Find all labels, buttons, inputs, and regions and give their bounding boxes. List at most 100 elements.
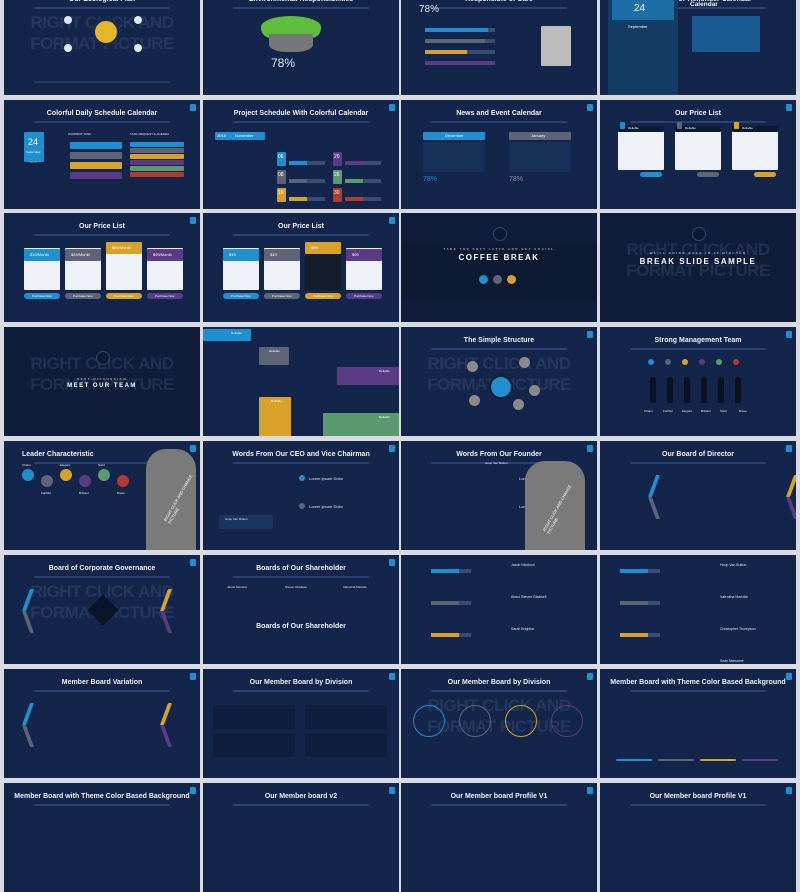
slide-thumbnail[interactable]: Jacob Nicolson About Steven Gladwell Sarah… <box>401 555 597 664</box>
task-item <box>70 172 122 179</box>
subtitle-line <box>34 121 170 123</box>
slide-thumbnail[interactable]: Responsible of Care78% <box>401 0 597 95</box>
person-name: Hoop Van Button <box>225 517 248 521</box>
badge-icon <box>493 227 507 241</box>
progress-fill <box>425 50 467 54</box>
slide-thumbnail[interactable]: News and Event Calendar December 78% Januar… <box>401 100 597 209</box>
slide-title: Environmental Responsibilities <box>203 0 399 3</box>
purchase-button[interactable] <box>754 172 776 177</box>
trait-name: Faithful <box>663 409 673 413</box>
slide-thumbnail[interactable]: Member Board with Theme Color Based Back… <box>4 783 200 892</box>
subtitle-line <box>233 121 369 123</box>
logo-badge-icon <box>190 787 196 794</box>
date-number: 30 <box>333 188 342 202</box>
slide-thumbnail[interactable]: RIGHT CLICK AND FORMAT PICTURE Board of C… <box>4 555 200 664</box>
percent-value: 78% <box>271 56 296 70</box>
slide-thumbnail[interactable]: Single Color Reminder Calendar 24 Septembe… <box>600 0 796 95</box>
ability-bar <box>620 569 660 573</box>
purchase-button[interactable]: Purchase Now <box>305 293 341 299</box>
slide-thumbnail[interactable]: RIGHT CLICK AND FORMAT PICTURE WE'LL GOIN… <box>600 213 796 322</box>
slide-thumbnail[interactable]: RIGHT CLICK AND FORMAT PICTURE Our Member… <box>401 669 597 778</box>
purchase-button[interactable]: Purchase Now <box>65 293 101 299</box>
date-number-text: 16 <box>278 190 284 196</box>
ability-fill <box>620 633 648 637</box>
ability-bar <box>431 601 471 605</box>
progress-fill <box>425 28 488 32</box>
logo-badge-icon <box>389 559 395 566</box>
slide-thumbnail[interactable]: Our Price List $19 Purchase Now $49 Purchase… <box>203 213 399 322</box>
logo-badge-icon <box>190 217 196 224</box>
slide-thumbnail[interactable]: RIGHT CLICK AND FORMAT PICTUREThe Simple… <box>401 327 597 436</box>
slide-thumbnail[interactable]: Reliable Reliable Reliable Reliable Reliable <box>203 327 399 436</box>
subtitle-line <box>630 462 766 464</box>
agenda-item <box>130 166 184 171</box>
slide-thumbnail[interactable]: Words From Our CEO and Vice Chairman Lore… <box>203 441 399 550</box>
member-name: Sarah Brighton <box>511 627 535 631</box>
slide-thumbnail[interactable]: RIGHT CLICK AND FORMAT PICTURE NEXT DISCU… <box>4 327 200 436</box>
progress-fill <box>345 179 363 183</box>
slide-thumbnail[interactable]: Our Board of Director <box>600 441 796 550</box>
plan-icon <box>620 122 625 129</box>
logo-badge-icon <box>190 559 196 566</box>
agenda-item <box>130 148 184 153</box>
slide-title: Project Schedule With Colorful Calendar <box>233 110 369 117</box>
slide-thumbnail[interactable]: Member Board with Theme Color Based Back… <box>600 669 796 778</box>
slide-title: News and Event Calendar <box>456 110 542 117</box>
plus-icon <box>299 475 305 481</box>
slide-thumbnail[interactable]: Our Member Board by Division <box>203 669 399 778</box>
logo-badge-icon <box>587 673 593 680</box>
subtitle-line <box>630 804 766 806</box>
member-card <box>213 733 295 757</box>
slide-thumbnail[interactable]: RIGHT CLICK AND FORMAT PICTURETAKE THE S… <box>401 213 597 322</box>
slide-thumbnail[interactable]: Environmental Responsibilities 78% <box>203 0 399 95</box>
slide-thumbnail[interactable]: Our Member board v2 <box>203 783 399 892</box>
purchase-button[interactable]: Purchase Now <box>24 293 60 299</box>
agenda-item <box>130 154 184 159</box>
slide-thumbnail[interactable]: Our Member board Profile V1 <box>600 783 796 892</box>
purchase-button[interactable]: Purchase Now <box>106 293 142 299</box>
purchase-button[interactable] <box>640 172 662 177</box>
center-node <box>489 375 513 399</box>
slide-thumbnail[interactable]: Our Member board Profile V1 <box>401 783 597 892</box>
subtitle-line <box>233 690 369 692</box>
ability-fill <box>431 601 459 605</box>
member-node <box>519 357 530 368</box>
progress-fill <box>289 179 307 183</box>
price-card <box>305 248 341 290</box>
slide-thumbnail[interactable]: Member Board Variation <box>4 669 200 778</box>
feature-tile: Reliable <box>259 397 291 436</box>
member-node <box>469 395 480 406</box>
slide-thumbnail[interactable]: Project Schedule With Colorful Calendar 2… <box>203 100 399 209</box>
trait-icon <box>117 475 129 487</box>
slide-thumbnail[interactable]: Words From Our FounderLorem Ipsum DolorL… <box>401 441 597 550</box>
purchase-button[interactable] <box>697 172 719 177</box>
slide-thumbnail[interactable]: Boards of Our Shareholder Jacob Nicolson S… <box>203 555 399 664</box>
feature-tile: Reliable <box>259 347 289 365</box>
purchase-button[interactable]: Purchase Now <box>223 293 259 299</box>
slide-thumbnail[interactable]: RIGHT CLICK AND FORMAT PICTUREOur Ecolog… <box>4 0 200 95</box>
price-value: $69 <box>311 245 318 250</box>
slide-thumbnail[interactable]: Our Price List $19/Month Purchase Now $49/M… <box>4 213 200 322</box>
purchase-button[interactable]: Purchase Now <box>264 293 300 299</box>
logo-badge-icon <box>786 104 792 111</box>
slide-thumbnail[interactable]: Leader Characteristic Charm Faithful Elegan… <box>4 441 200 550</box>
slide-title: Our Member board v2 <box>264 793 338 800</box>
price-card <box>106 248 142 290</box>
person-silhouette <box>718 377 724 403</box>
member-node <box>529 385 540 396</box>
logo-badge-icon <box>786 673 792 680</box>
slide-title: Single Color Reminder Calendar <box>690 0 760 8</box>
purchase-button[interactable]: Purchase Now <box>346 293 382 299</box>
trait-icon <box>22 469 34 481</box>
subtitle-line <box>431 690 567 692</box>
slide-thumbnail[interactable]: Strong Management Team Charm Faithful Elega… <box>600 327 796 436</box>
slide-thumbnail[interactable]: Hoop Van Button Valentina Marlotte Christo… <box>600 555 796 664</box>
slide-thumbnail[interactable]: Colorful Daily Schedule Calendar 24 Septem… <box>4 100 200 209</box>
trait-name: Brave <box>739 409 747 413</box>
price-value: $99/Month <box>153 252 172 257</box>
purchase-button[interactable]: Purchase Now <box>147 293 183 299</box>
calendar-month: December <box>445 133 464 138</box>
feature-icon <box>479 275 488 284</box>
slide-thumbnail[interactable]: Our Price List Reliable Reliable Reliable <box>600 100 796 209</box>
progress-bar <box>345 161 381 165</box>
